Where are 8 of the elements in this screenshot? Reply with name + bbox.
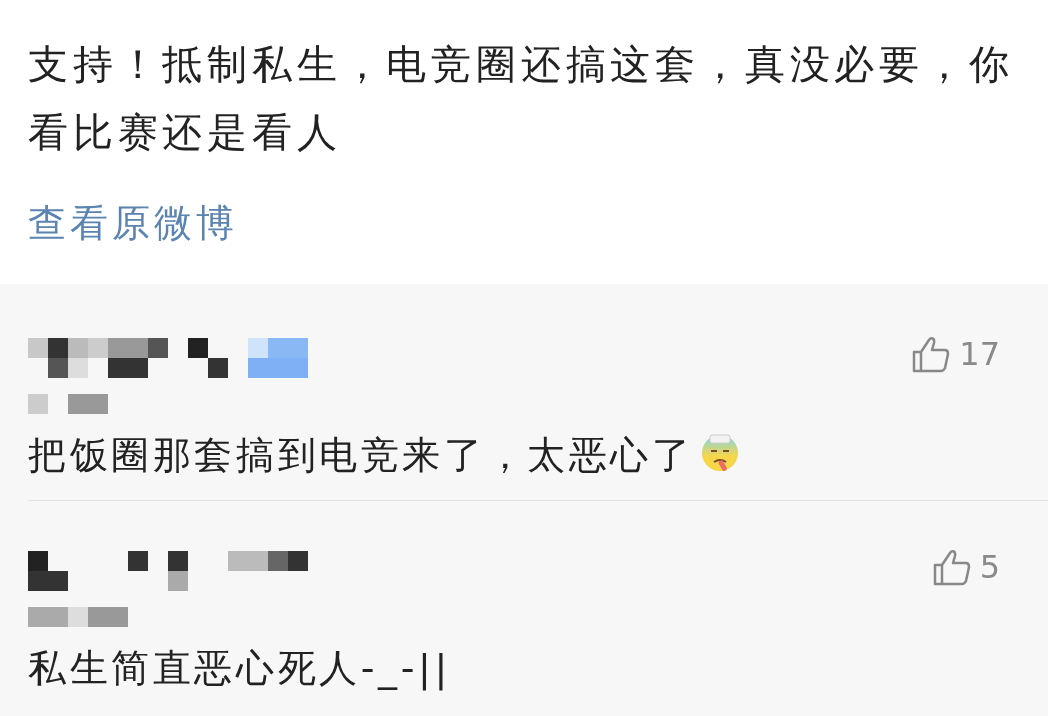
thumbs-up-icon bbox=[931, 547, 972, 587]
comment-text: 把饭圈那套搞到电竞来了，太恶心了 bbox=[28, 430, 1000, 480]
like-button[interactable]: 17 bbox=[911, 334, 1000, 374]
comment-text: 私生简直恶心死人-_-|| bbox=[28, 645, 452, 693]
view-original-link[interactable]: 查看原微博 bbox=[28, 198, 238, 248]
thumbs-up-icon bbox=[911, 334, 952, 374]
post-text: 支持！抵制私生，电竞圈还搞这套，真没必要，你看比赛还是看人 bbox=[28, 40, 1015, 157]
like-button[interactable]: 5 bbox=[931, 547, 1000, 587]
